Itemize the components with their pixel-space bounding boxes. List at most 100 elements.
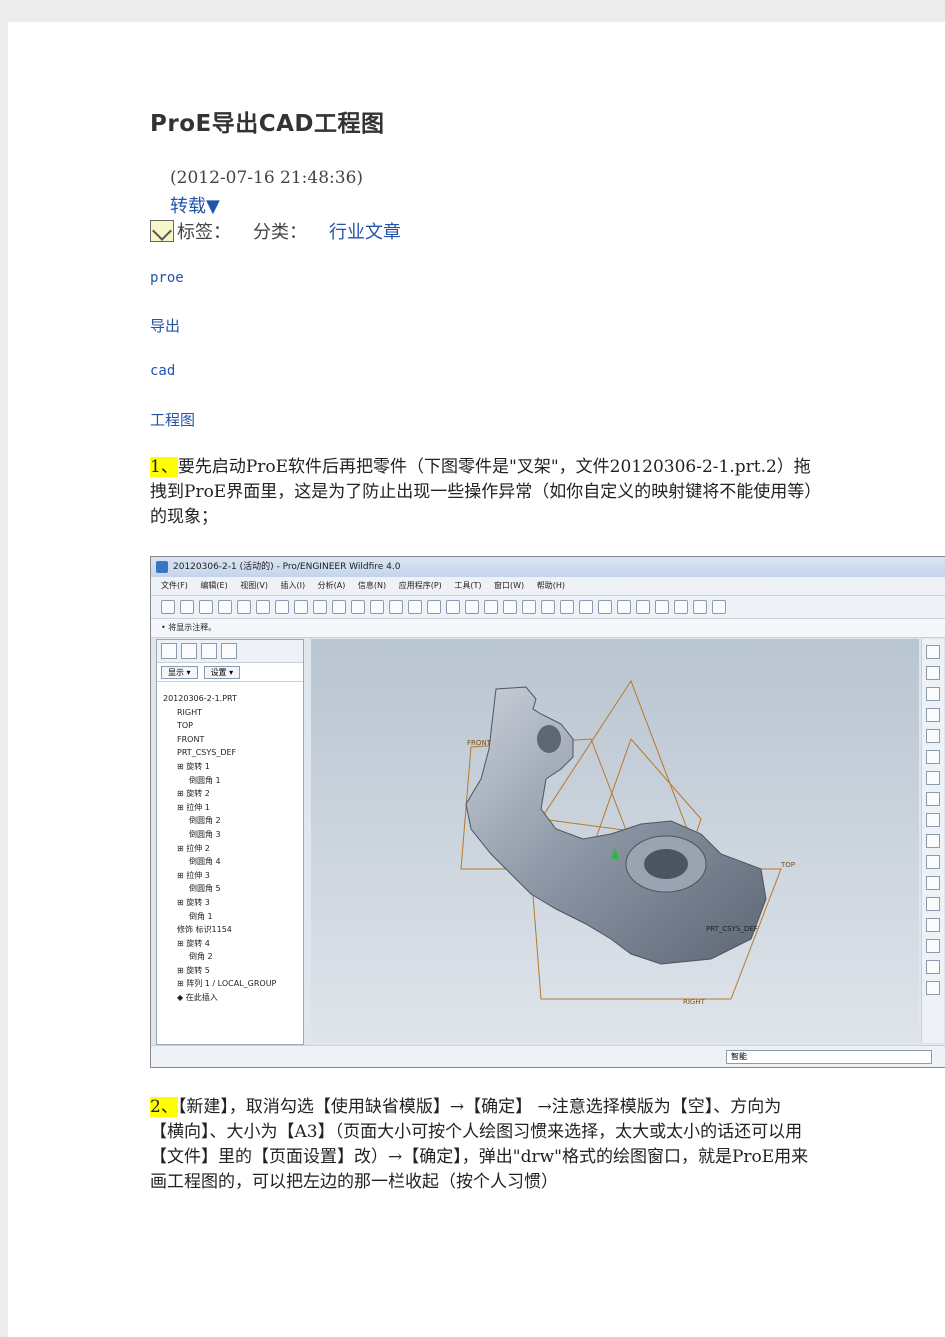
tree-item[interactable]: 倒圆角 5 [163, 882, 303, 896]
tree-item[interactable]: RIGHT [163, 706, 303, 720]
rib-icon[interactable] [926, 834, 940, 848]
sweep-icon[interactable] [926, 960, 940, 974]
wireframe-icon[interactable] [579, 600, 593, 614]
datum-axes-icon[interactable] [674, 600, 688, 614]
email-icon[interactable] [237, 600, 251, 614]
tree-item[interactable]: ⊞ 拉伸 2 [163, 842, 303, 856]
view-manager-icon[interactable] [560, 600, 574, 614]
category-link[interactable]: 行业文章 [329, 218, 401, 244]
redo-icon[interactable] [275, 600, 289, 614]
repost-link[interactable]: 转载▼ [170, 192, 220, 218]
shading-icon[interactable] [636, 600, 650, 614]
no-hidden-icon[interactable] [617, 600, 631, 614]
orient-icon[interactable] [503, 600, 517, 614]
keyword-link[interactable]: 导出 [150, 315, 180, 336]
keyword-link[interactable]: proe [150, 270, 184, 286]
tag-line: 标签： 分类： 行业文章 [150, 218, 401, 244]
tag-icon [150, 220, 174, 242]
tree-item[interactable]: 倒圆角 4 [163, 855, 303, 869]
zoom-out-icon[interactable] [465, 600, 479, 614]
tree-item[interactable]: ⊞ 旋转 1 [163, 760, 303, 774]
tree-item[interactable]: ⊞ 拉伸 3 [163, 869, 303, 883]
chamfer-icon[interactable] [926, 897, 940, 911]
tree-item[interactable]: ⊞ 阵列 1 / LOCAL_GROUP [163, 977, 303, 991]
menu-item[interactable]: 视图(V) [240, 581, 268, 590]
keyword-link[interactable]: 工程图 [150, 409, 195, 430]
zoom-in-icon[interactable] [446, 600, 460, 614]
tree-item[interactable]: 修饰 标识1154 [163, 923, 303, 937]
draft-icon[interactable] [926, 855, 940, 869]
tree-item[interactable]: 倒圆角 1 [163, 774, 303, 788]
tree-item[interactable]: ◆ 在此插入 [163, 991, 303, 1005]
revolve-icon[interactable] [926, 939, 940, 953]
refit-icon[interactable] [484, 600, 498, 614]
datum-points-icon[interactable] [693, 600, 707, 614]
undo-icon[interactable] [256, 600, 270, 614]
tree-item[interactable]: TOP [163, 719, 303, 733]
regenerate-icon[interactable] [351, 600, 365, 614]
copy-icon[interactable] [313, 600, 327, 614]
spin-icon[interactable] [427, 600, 441, 614]
menu-item[interactable]: 编辑(E) [200, 581, 227, 590]
menu-item[interactable]: 分析(A) [318, 581, 346, 590]
proe-app-icon [156, 561, 168, 573]
tree-item[interactable]: 倒角 1 [163, 910, 303, 924]
datum-axis-icon[interactable] [926, 666, 940, 680]
datum-label-right: RIGHT [683, 998, 706, 1006]
layers-icon[interactable] [541, 600, 555, 614]
hidden-line-icon[interactable] [598, 600, 612, 614]
connections-tab-icon[interactable] [221, 643, 237, 659]
hole-icon[interactable] [926, 792, 940, 806]
saved-views-icon[interactable] [522, 600, 536, 614]
tree-item[interactable]: 倒圆角 3 [163, 828, 303, 842]
round-icon[interactable] [926, 876, 940, 890]
step-number: 1、 [150, 457, 178, 477]
open-icon[interactable] [180, 600, 194, 614]
extrude-icon[interactable] [926, 918, 940, 932]
analysis-icon[interactable] [926, 750, 940, 764]
datum-point-icon[interactable] [926, 708, 940, 722]
paste-icon[interactable] [332, 600, 346, 614]
favorites-tab-icon[interactable] [201, 643, 217, 659]
save-icon[interactable] [199, 600, 213, 614]
datum-planes-icon[interactable] [655, 600, 669, 614]
new-icon[interactable] [161, 600, 175, 614]
model-tree-tab-icon[interactable] [161, 643, 177, 659]
menu-item[interactable]: 应用程序(P) [399, 581, 442, 590]
tree-item[interactable]: 倒圆角 2 [163, 814, 303, 828]
menu-item[interactable]: 窗口(W) [494, 581, 524, 590]
tree-item[interactable]: ⊞ 旋转 3 [163, 896, 303, 910]
blend-icon[interactable] [926, 981, 940, 995]
selection-filter[interactable]: 智能 [726, 1050, 932, 1064]
sketch-curve-icon[interactable] [926, 687, 940, 701]
show-button[interactable]: 显示 ▾ [161, 665, 198, 679]
menu-item[interactable]: 工具(T) [454, 581, 481, 590]
tree-item[interactable]: ⊞ 旋转 5 [163, 964, 303, 978]
tree-item[interactable]: 倒角 2 [163, 950, 303, 964]
tree-item[interactable]: ⊞ 旋转 2 [163, 787, 303, 801]
repaint-icon[interactable] [408, 600, 422, 614]
menu-item[interactable]: 信息(N) [358, 581, 386, 590]
tree-item[interactable]: ⊞ 拉伸 1 [163, 801, 303, 815]
menu-item[interactable]: 文件(F) [161, 581, 188, 590]
find-icon[interactable] [370, 600, 384, 614]
menu-item[interactable]: 帮助(H) [537, 581, 565, 590]
tree-item[interactable]: FRONT [163, 733, 303, 747]
menu-item[interactable]: 插入(I) [281, 581, 306, 590]
graphics-viewport[interactable]: FRONT TOP RIGHT PRT_CSYS_DEF [311, 639, 919, 1043]
tree-buttons: 显示 ▾ 设置 ▾ [157, 663, 303, 682]
select-icon[interactable] [389, 600, 403, 614]
sketch-icon[interactable] [926, 771, 940, 785]
coordinate-system-icon[interactable] [926, 729, 940, 743]
tree-item[interactable]: PRT_CSYS_DEF [163, 746, 303, 760]
keyword-link[interactable]: cad [150, 363, 175, 379]
csys-icon[interactable] [712, 600, 726, 614]
folder-browser-tab-icon[interactable] [181, 643, 197, 659]
print-icon[interactable] [218, 600, 232, 614]
settings-button[interactable]: 设置 ▾ [203, 665, 241, 679]
datum-plane-icon[interactable] [926, 645, 940, 659]
tree-root[interactable]: 20120306-2-1.PRT [163, 692, 303, 706]
shell-icon[interactable] [926, 813, 940, 827]
cut-icon[interactable] [294, 600, 308, 614]
tree-item[interactable]: ⊞ 旋转 4 [163, 937, 303, 951]
